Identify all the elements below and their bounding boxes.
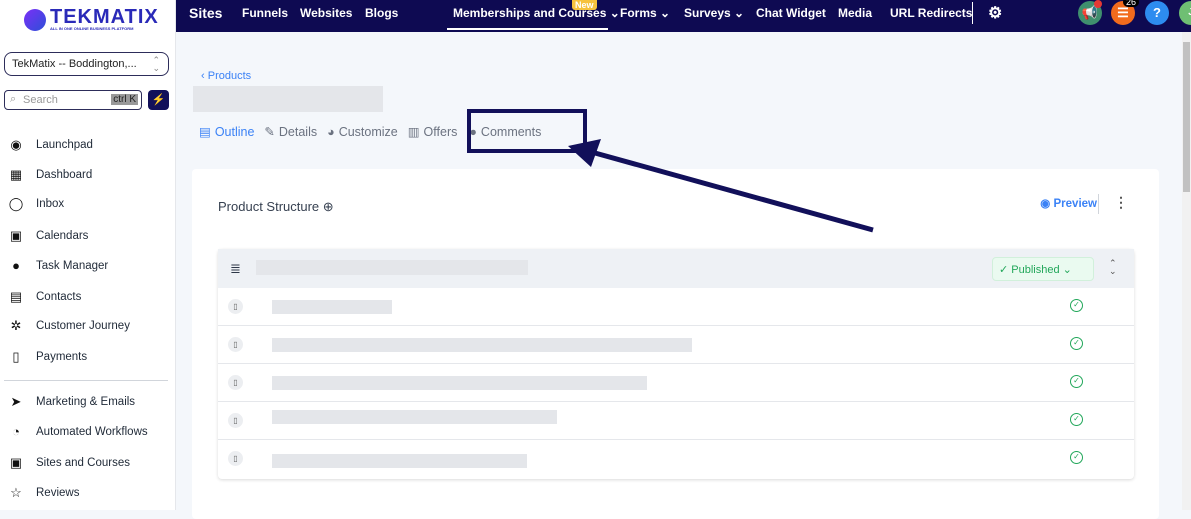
annotation-arrow-shaft	[594, 150, 874, 233]
scrollbar-thumb[interactable]	[1183, 42, 1190, 192]
comments-highlight-box	[467, 109, 587, 153]
page-scrollbar[interactable]	[1182, 32, 1191, 510]
annotation-overlay	[467, 109, 874, 233]
